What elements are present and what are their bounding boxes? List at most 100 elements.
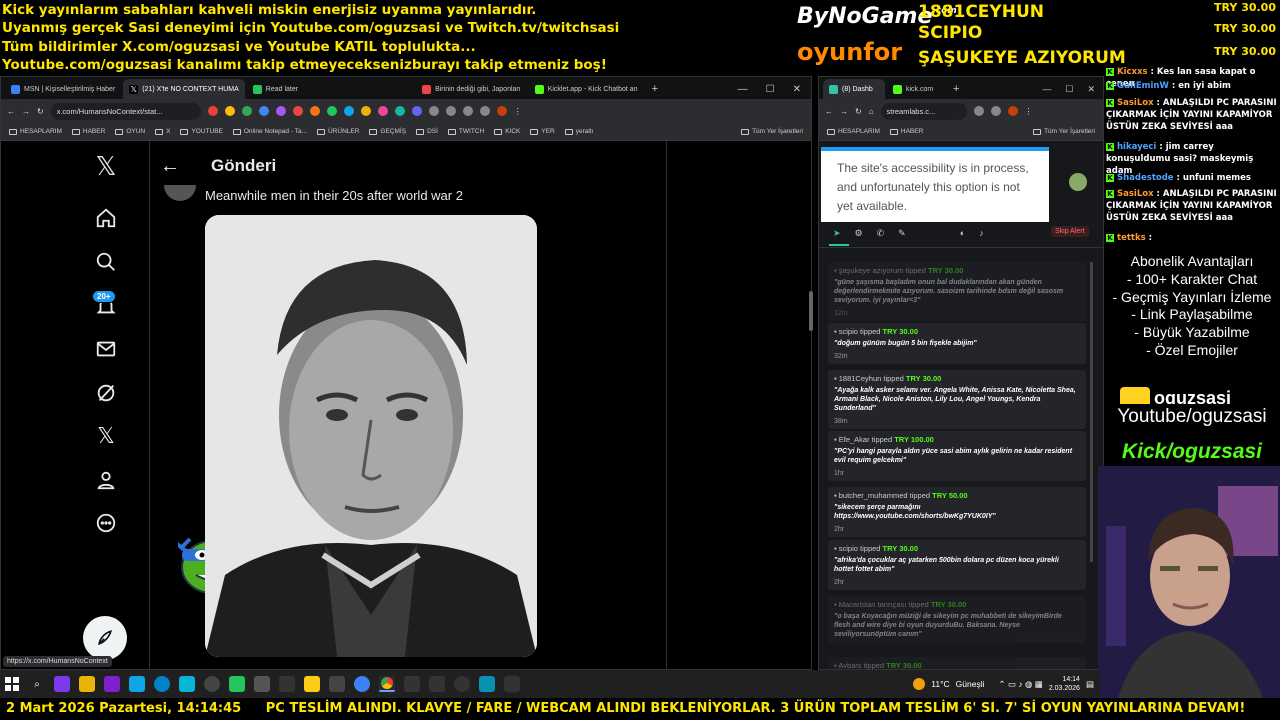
app-icon[interactable]: [454, 676, 470, 692]
app-icon[interactable]: [479, 676, 495, 692]
send-icon[interactable]: ➤: [833, 228, 841, 239]
profile-avatar[interactable]: [496, 106, 507, 116]
bookmark-folder[interactable]: X: [155, 128, 170, 135]
settings-icon[interactable]: ⚙: [855, 228, 863, 239]
pencil-icon[interactable]: ✎: [898, 228, 906, 239]
profile-icon[interactable]: [86, 465, 126, 495]
scrollbar-thumb[interactable]: [809, 291, 813, 331]
extension-icon[interactable]: [343, 106, 354, 116]
notifications-icon[interactable]: ▤: [1086, 679, 1094, 690]
forward-icon[interactable]: →: [840, 107, 848, 116]
app-icon[interactable]: [229, 676, 245, 692]
maximize-icon[interactable]: ☐: [1065, 84, 1073, 95]
tip-card[interactable]: ▪ şaşukeye azıyorum tipped TRY 30.00 "gün…: [828, 262, 1086, 321]
bookmark-folder[interactable]: HESAPLARIM: [827, 128, 880, 135]
app-icon[interactable]: [404, 676, 420, 692]
back-arrow-icon[interactable]: ←: [160, 155, 180, 178]
extension-icon[interactable]: [973, 106, 984, 116]
menu-icon[interactable]: ⋮: [1025, 107, 1033, 116]
minimize-icon[interactable]: —: [1042, 84, 1051, 95]
bookmark-folder[interactable]: TWITCH: [447, 128, 484, 135]
extension-icon[interactable]: [360, 106, 371, 116]
tip-card[interactable]: ▪ Macaristan tanrıçası tipped TRY 30.00 "…: [828, 596, 1086, 643]
minimize-icon[interactable]: —: [738, 84, 748, 95]
megaphone-icon[interactable]: ✆: [877, 228, 885, 239]
author-avatar[interactable]: [164, 185, 196, 201]
tip-card[interactable]: ▪ scipio tipped TRY 30.00 "doğum günüm bu…: [828, 323, 1086, 364]
app-icon[interactable]: [429, 676, 445, 692]
bookmark-link[interactable]: yeraltı: [564, 128, 593, 135]
app-icon[interactable]: [129, 676, 145, 692]
clock[interactable]: 14:14 2.03.2026: [1049, 675, 1080, 693]
onenote-icon[interactable]: [104, 676, 120, 692]
premium-x-icon[interactable]: 𝕏: [86, 421, 126, 451]
sticky-notes-icon[interactable]: [304, 676, 320, 692]
extension-icon[interactable]: [479, 106, 490, 116]
bookmark-folder[interactable]: OYUN: [115, 128, 145, 135]
messages-icon[interactable]: [86, 334, 126, 364]
tab-msn[interactable]: MSN | Kişiselleştirilmiş Haber: [5, 79, 121, 99]
tab-kicklet[interactable]: Kicklet.app - Kick Chatbot an: [529, 79, 644, 99]
extension-icon[interactable]: [224, 106, 235, 116]
tab-read-later[interactable]: Read later: [247, 79, 304, 99]
extension-icon[interactable]: [394, 106, 405, 116]
extension-icon[interactable]: [326, 106, 337, 116]
tip-card[interactable]: ▪ 1881Ceyhun tipped TRY 30.00 "Ayağa kalk…: [828, 370, 1086, 429]
extension-icon[interactable]: [377, 106, 388, 116]
address-bar[interactable]: streamlabs.c...: [880, 102, 967, 120]
chat-username[interactable]: SasiLox: [1117, 98, 1154, 108]
post-photo[interactable]: [205, 215, 537, 657]
tip-scrollbar[interactable]: [1090, 262, 1093, 562]
home-icon[interactable]: ⌂: [869, 107, 874, 116]
reload-icon[interactable]: ↻: [855, 107, 862, 116]
extension-icon[interactable]: [292, 106, 303, 116]
tray-icons[interactable]: ⌃ ▭ ♪ ◍ ▦: [999, 679, 1043, 690]
chat-username[interactable]: hikayeci: [1117, 142, 1156, 152]
tip-card[interactable]: ▪ Avbars tipped TRY 30.00: [828, 657, 1086, 670]
maximize-icon[interactable]: ☐: [766, 84, 775, 95]
menu-icon[interactable]: ⋮: [514, 107, 522, 116]
extension-icon[interactable]: [309, 106, 320, 116]
bookmark-folder[interactable]: ÜRÜNLER: [316, 128, 359, 135]
extension-icon[interactable]: [462, 106, 473, 116]
windows-start-icon[interactable]: [4, 676, 20, 692]
tip-card[interactable]: ▪ scipio tipped TRY 30.00 "afrika'da çocu…: [828, 540, 1086, 590]
close-icon[interactable]: ✕: [793, 84, 801, 95]
extension-icon[interactable]: [207, 106, 218, 116]
app-icon[interactable]: [54, 676, 70, 692]
all-bookmarks[interactable]: Tüm Yer İşaretleri: [1033, 128, 1095, 135]
chat-username[interactable]: Shadestode: [1117, 173, 1174, 183]
bookmark-folder[interactable]: KICK: [494, 128, 520, 135]
reload-icon[interactable]: ↻: [37, 107, 44, 116]
grok-icon[interactable]: [86, 378, 126, 408]
chat-username[interactable]: GuliEminW: [1117, 81, 1169, 91]
file-explorer-icon[interactable]: [79, 676, 95, 692]
home-icon[interactable]: [86, 203, 126, 233]
extension-icon[interactable]: [445, 106, 456, 116]
search-icon[interactable]: [86, 247, 126, 277]
profile-avatar[interactable]: [1007, 106, 1018, 116]
bookmark-folder[interactable]: YER: [530, 128, 555, 135]
bookmark-folder[interactable]: GEÇMİŞ: [369, 128, 406, 135]
extension-icon[interactable]: [990, 106, 1001, 116]
compose-button[interactable]: [83, 616, 127, 660]
app-icon[interactable]: [354, 676, 370, 692]
app-icon[interactable]: [204, 676, 220, 692]
chat-username[interactable]: tettks: [1117, 233, 1146, 243]
bookmark-folder[interactable]: HABER: [889, 128, 923, 135]
weather-temp[interactable]: 11°C: [931, 679, 949, 689]
extension-icon[interactable]: [428, 106, 439, 116]
search-icon[interactable]: ⌕: [29, 676, 45, 692]
tab-japan[interactable]: Birinin dediği gibi, Japonları: [416, 79, 527, 99]
bookmark-folder[interactable]: HABER: [71, 128, 105, 135]
tab-streamlabs[interactable]: (8) Dashb: [823, 79, 885, 99]
extension-icon[interactable]: [258, 106, 269, 116]
bookmark-link[interactable]: Online Notepad - Ta...: [232, 128, 307, 135]
new-tab-button[interactable]: +: [947, 79, 965, 99]
volume-icon[interactable]: ♪: [979, 228, 984, 238]
app-icon[interactable]: [179, 676, 195, 692]
skip-alert-button[interactable]: Skip Alert: [1051, 226, 1089, 237]
obs-icon[interactable]: [504, 676, 520, 692]
x-logo-icon[interactable]: 𝕏: [86, 151, 126, 181]
bookmark-folder[interactable]: YOUTUBE: [180, 128, 223, 135]
